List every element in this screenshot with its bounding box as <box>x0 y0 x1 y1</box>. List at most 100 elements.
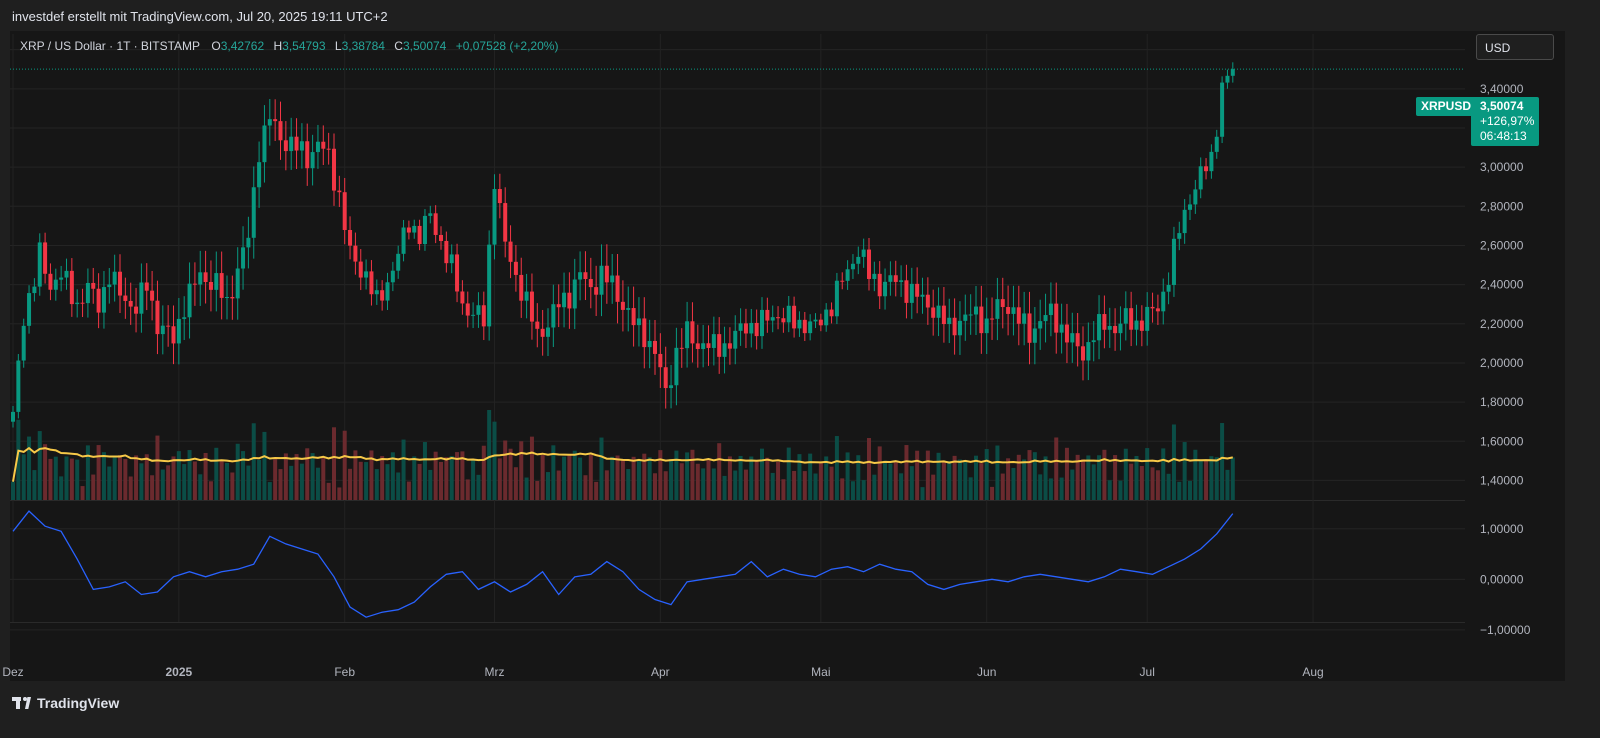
candle-body <box>208 282 213 290</box>
candle-body <box>620 301 625 310</box>
volume-bar <box>904 445 909 500</box>
volume-bar <box>1043 456 1048 500</box>
candle-body <box>203 272 208 283</box>
volume-bar <box>867 438 871 500</box>
candle-body <box>1016 307 1021 324</box>
candle-body <box>364 271 369 278</box>
candle-body <box>915 283 920 297</box>
price-tick-label: 2,20000 <box>1480 317 1524 331</box>
candle-body <box>1171 238 1176 285</box>
price-tick-label: 2,40000 <box>1480 278 1524 292</box>
candle-body <box>1193 189 1198 205</box>
volume-bar <box>519 441 524 500</box>
volume-bar <box>578 457 583 500</box>
candle-body <box>653 340 657 354</box>
candle-body <box>765 309 770 321</box>
volume-bar <box>1214 457 1219 500</box>
volume-bar <box>760 448 764 500</box>
legend-low: 3,38784 <box>341 39 385 53</box>
volume-bar <box>337 487 342 500</box>
candle-body <box>11 411 15 422</box>
volume-bar <box>733 470 738 500</box>
candle-body <box>64 270 69 278</box>
candle-body <box>27 293 32 326</box>
candle-body <box>594 287 599 295</box>
volume-bar <box>888 463 893 500</box>
volume-bar <box>358 461 363 500</box>
volume-bar <box>449 455 454 500</box>
legend-open: 3,42762 <box>220 39 265 53</box>
candle-body <box>1209 151 1214 172</box>
candle-body <box>283 140 288 152</box>
candle-body <box>59 277 64 280</box>
price-tick-label: 3,40000 <box>1480 82 1524 96</box>
volume-bar <box>487 410 492 500</box>
candle-body <box>128 300 133 307</box>
volume-bar <box>850 481 855 500</box>
volume-bar <box>112 456 117 500</box>
candle-body <box>1102 314 1107 330</box>
volume-bar <box>1086 455 1091 500</box>
volume-bar <box>524 477 529 500</box>
candle-body <box>32 286 37 294</box>
candle-body <box>353 245 358 262</box>
volume-bar <box>818 462 823 500</box>
candle-body <box>1054 303 1059 333</box>
volume-bar <box>144 454 149 500</box>
currency-button[interactable]: USD <box>1476 34 1554 60</box>
candle-body <box>1204 166 1209 172</box>
time-tick-label: Jul <box>1140 665 1155 679</box>
candle-body <box>235 268 240 299</box>
oscillator-tick-label: 0,00000 <box>1480 572 1524 586</box>
last-price-change: +126,97% <box>1480 114 1535 128</box>
candle-body <box>396 253 401 271</box>
price-tick-label: 2,60000 <box>1480 238 1524 252</box>
volume-bar <box>155 435 160 500</box>
volume-bar <box>840 478 845 500</box>
volume-bar <box>1134 455 1139 500</box>
volume-bar <box>1038 474 1043 500</box>
candle-body <box>738 323 743 331</box>
candle-body <box>1123 308 1128 324</box>
candle-body <box>278 121 283 141</box>
candle-body <box>1214 136 1219 152</box>
volume-bar <box>1118 480 1123 500</box>
candle-body <box>508 241 513 262</box>
volume-bar <box>786 447 791 500</box>
volume-bar <box>332 427 336 500</box>
volume-bar <box>91 474 96 500</box>
volume-bar <box>422 442 427 500</box>
volume-bar <box>588 454 593 500</box>
candle-body <box>225 296 229 298</box>
candle-body <box>1022 313 1027 324</box>
volume-bar <box>214 447 219 500</box>
volume-bar <box>1150 467 1155 500</box>
oscillator-tick-label: −1,00000 <box>1480 623 1531 637</box>
volume-bar <box>695 463 700 500</box>
volume-bar <box>128 476 133 500</box>
volume-bar <box>160 469 165 500</box>
candle-body <box>503 203 508 242</box>
candle-body <box>883 281 888 297</box>
price-tick-label: 2,80000 <box>1480 199 1524 213</box>
candle-body <box>487 244 492 327</box>
candle-body <box>342 192 347 230</box>
volume-bar <box>808 453 813 500</box>
volume-bar <box>348 468 353 500</box>
volume-bar <box>615 455 620 500</box>
volume-bar <box>21 454 26 500</box>
volume-bar <box>701 468 706 500</box>
legend-close: 3,50074 <box>402 39 447 53</box>
volume-bar <box>979 463 984 500</box>
volume-bar <box>749 456 754 500</box>
volume-bar <box>273 459 278 500</box>
volume-bar <box>658 450 663 500</box>
legend-symbol[interactable]: XRP / US Dollar · 1T · BITSTAMP <box>20 39 200 53</box>
volume-bar <box>1193 449 1198 500</box>
candle-body <box>818 319 823 326</box>
candle-body <box>599 265 604 295</box>
candle-body <box>802 319 807 334</box>
oscillator-line <box>12 510 1234 618</box>
candle-body <box>808 321 813 334</box>
footer-brand[interactable]: TradingView <box>12 695 119 711</box>
